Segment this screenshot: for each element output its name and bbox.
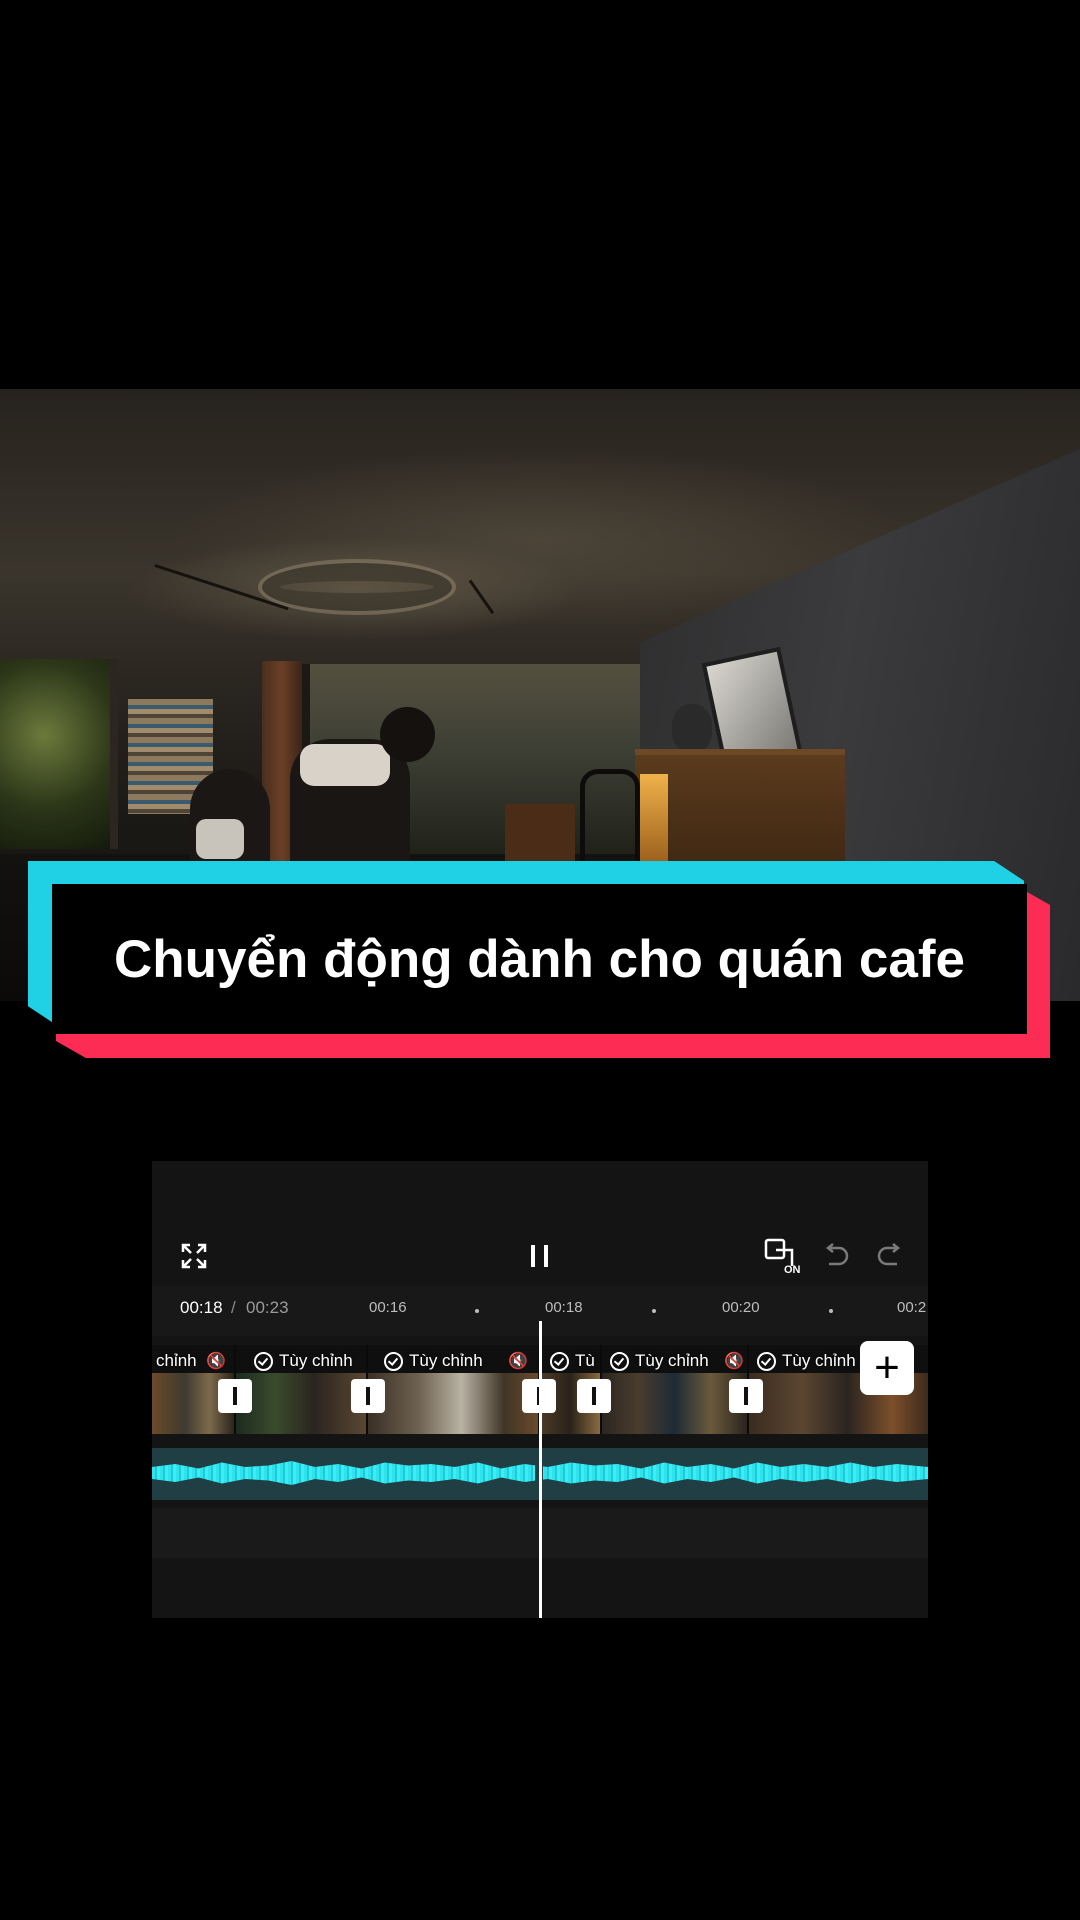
ruler-dot (829, 1309, 833, 1313)
preview-window (0, 659, 118, 849)
cabinet-light (640, 774, 668, 864)
title-text: Chuyển động dành cho quán cafe (114, 929, 965, 989)
seated-person-shirt (196, 819, 244, 859)
clip-label: Tù (575, 1351, 595, 1370)
transition-button[interactable] (577, 1379, 611, 1413)
transition-button[interactable] (218, 1379, 252, 1413)
editor-panel: ON 00:18 / 00:23 00:16 00:18 00:20 00:2 … (152, 1161, 928, 1618)
mute-icon[interactable]: 🔇 (508, 1351, 528, 1371)
ruler-tick: 00:2 (897, 1299, 927, 1316)
clip-label: chỉnh (156, 1351, 197, 1370)
clip-label: Tùy chỉnh (635, 1351, 709, 1370)
check-circle-icon (610, 1351, 629, 1371)
clip-label: Tùy chỉnh (279, 1351, 353, 1370)
mute-icon[interactable]: 🔇 (206, 1351, 226, 1371)
standing-person-head (380, 707, 435, 762)
ruler-tick: 00:16 (369, 1299, 407, 1316)
transition-button[interactable] (729, 1379, 763, 1413)
editor-toolbar: ON (152, 1216, 928, 1296)
ruler-dot (475, 1309, 479, 1313)
chair (580, 769, 640, 874)
undo-icon[interactable] (816, 1236, 856, 1276)
fullscreen-icon[interactable] (174, 1236, 214, 1276)
time-separator: / (231, 1298, 236, 1317)
clip-label-wrap: Tùy chỉnh (610, 1351, 709, 1371)
small-table (505, 804, 575, 864)
pause-icon[interactable] (520, 1236, 560, 1276)
track-light-rail-2 (468, 579, 495, 615)
video-clip[interactable]: Tùy chỉnh 🔇 (368, 1345, 540, 1434)
redo-icon[interactable] (870, 1236, 910, 1276)
current-time: 00:18 (180, 1298, 223, 1317)
transition-button[interactable] (351, 1379, 385, 1413)
video-clip[interactable]: Tùy chỉnh (236, 1345, 368, 1434)
playhead[interactable] (539, 1321, 542, 1618)
check-circle-icon (757, 1351, 776, 1371)
clip-label-wrap: Tùy chỉnh (384, 1351, 483, 1371)
check-circle-icon (550, 1351, 569, 1371)
mute-icon[interactable]: 🔇 (724, 1351, 744, 1371)
check-circle-icon (254, 1351, 273, 1371)
title-banner: Chuyển động dành cho quán cafe (52, 884, 1027, 1034)
clip-label: Tùy chỉnh (782, 1351, 856, 1370)
add-clip-button[interactable]: + (860, 1341, 914, 1395)
standing-person-top (300, 744, 390, 786)
compare-on-label: ON (784, 1264, 801, 1276)
vase (672, 704, 712, 752)
clip-label-wrap: Tù (550, 1351, 595, 1371)
compare-on-icon[interactable]: ON (762, 1236, 806, 1276)
ruler-dot (652, 1309, 656, 1313)
check-circle-icon (384, 1351, 403, 1371)
clip-label-wrap: Tùy chỉnh (757, 1351, 856, 1371)
video-clip[interactable]: Tùy chỉnh 🔇 (602, 1345, 749, 1434)
clip-label: Tùy chỉnh (409, 1351, 483, 1370)
ruler-tick: 00:20 (722, 1299, 760, 1316)
ruler-tick: 00:18 (545, 1299, 583, 1316)
total-time: 00:23 (246, 1298, 289, 1317)
clip-label-wrap: Tùy chỉnh (254, 1351, 353, 1371)
